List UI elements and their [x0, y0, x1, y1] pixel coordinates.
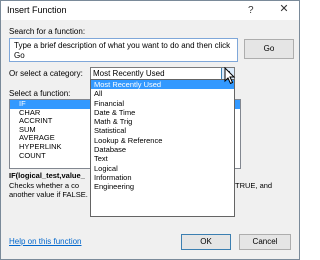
description-part-left: Checks whether a co	[9, 181, 80, 190]
cancel-button[interactable]: Cancel	[239, 234, 291, 250]
category-option[interactable]: Lookup & Reference	[91, 136, 234, 145]
dialog-title: Insert Function	[7, 5, 67, 15]
help-icon[interactable]: ?	[248, 5, 254, 16]
function-list-label: Select a function:	[9, 89, 71, 98]
description-line-2: another value if FALSE.	[9, 190, 88, 199]
search-input[interactable]: Type a brief description of what you wan…	[9, 38, 238, 62]
category-dropdown-list[interactable]: Most Recently Used All Financial Date & …	[90, 79, 235, 217]
go-button[interactable]: Go	[244, 39, 294, 59]
category-option[interactable]: Text	[91, 154, 234, 163]
category-option[interactable]: Date & Time	[91, 108, 234, 117]
category-option[interactable]: Statistical	[91, 126, 234, 135]
search-label: Search for a function:	[9, 27, 86, 36]
search-input-text: Type a brief description of what you wan…	[14, 41, 231, 60]
insert-function-dialog: Insert Function ? ✕ Search for a functio…	[0, 0, 300, 260]
description-part-right: TRUE, and	[235, 181, 273, 190]
ok-button[interactable]: OK	[181, 234, 231, 250]
category-option[interactable]: Most Recently Used	[91, 80, 234, 90]
category-option[interactable]: Logical	[91, 164, 234, 173]
category-option[interactable]: Math & Trig	[91, 117, 234, 126]
category-option[interactable]: Information	[91, 173, 234, 182]
category-option[interactable]: All	[91, 89, 234, 98]
category-option[interactable]: Financial	[91, 99, 234, 108]
category-option[interactable]: Database	[91, 145, 234, 154]
function-syntax: IF(logical_test,value_	[9, 171, 85, 180]
category-label: Or select a category:	[9, 69, 83, 78]
title-bar: Insert Function ? ✕	[1, 1, 299, 20]
close-icon[interactable]: ✕	[271, 1, 297, 18]
category-option[interactable]: Engineering	[91, 182, 234, 191]
mouse-pointer-icon	[224, 67, 236, 85]
category-selected-value: Most Recently Used	[93, 69, 165, 78]
help-on-function-link[interactable]: Help on this function	[9, 237, 82, 246]
